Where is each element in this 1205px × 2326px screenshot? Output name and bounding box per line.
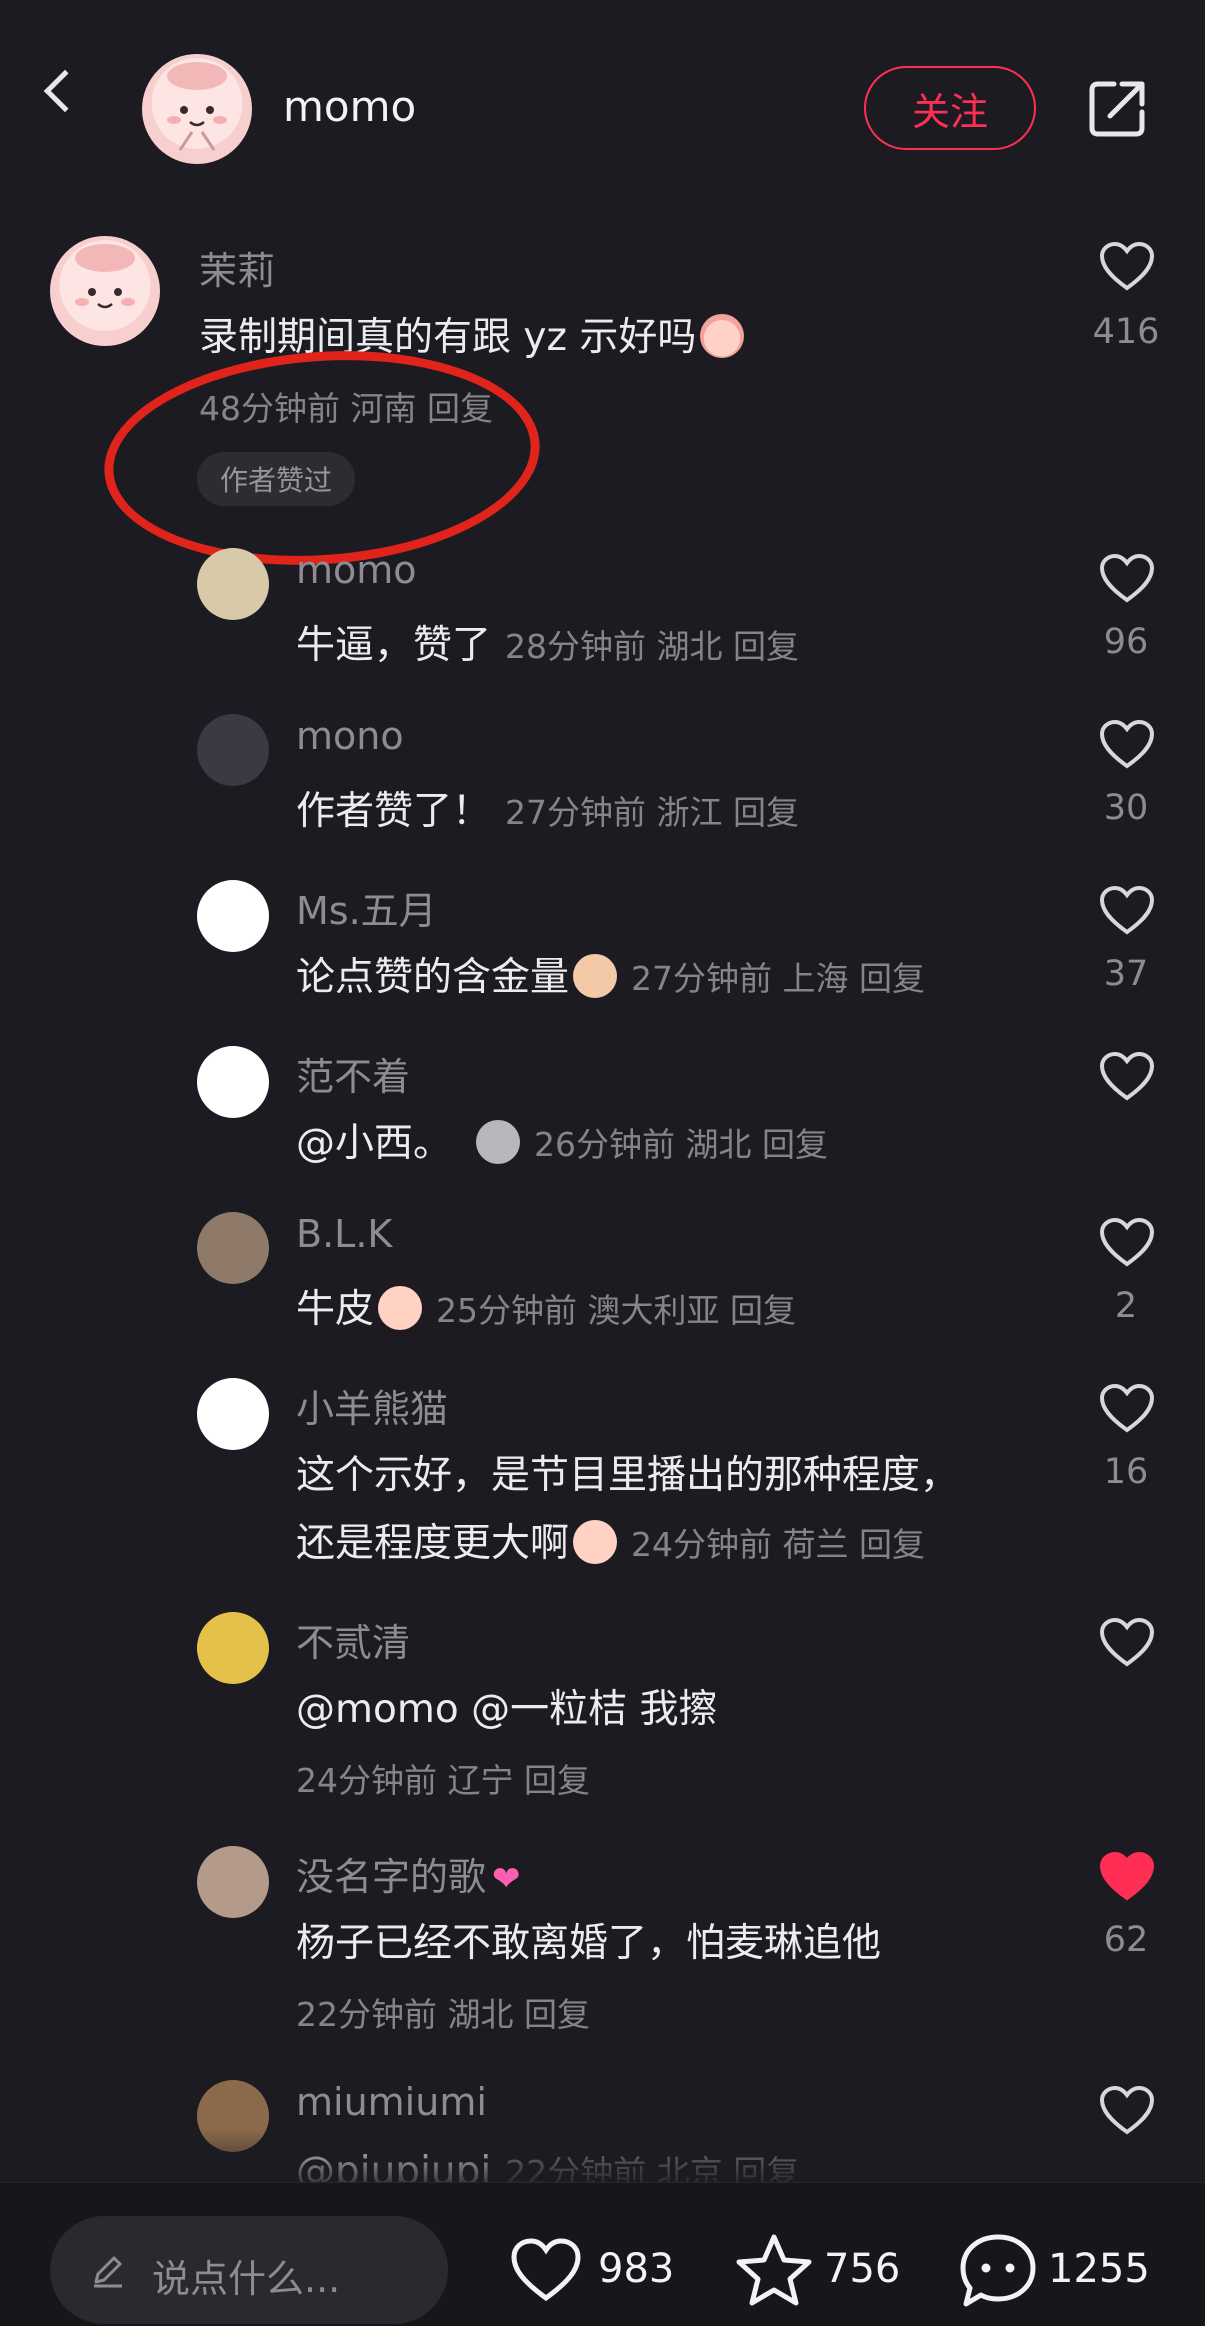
like-count: 96 [1103,622,1149,662]
reply-avatar[interactable] [197,1046,269,1118]
heart-icon[interactable] [1098,718,1156,770]
comment-username[interactable]: 茉莉 [199,240,275,295]
share-icon[interactable] [1086,78,1148,140]
reply-username[interactable]: miumiumi [296,2080,487,2124]
star-icon[interactable] [734,2232,814,2308]
heart-icon[interactable] [1098,1050,1156,1102]
reply-text: 作者赞了！ 27分钟前 浙江 回复 [296,789,799,834]
reply-text: 牛皮 25分钟前 澳大利亚 回复 [296,1286,796,1332]
emoji-icon [573,954,618,998]
heart-icon[interactable] [1098,1382,1156,1434]
comment-input-placeholder: 说点什么... [152,2257,341,2301]
reply-avatar[interactable] [197,714,269,786]
comment-bubble-icon[interactable] [958,2232,1038,2310]
reply-text: 牛逼，赞了 28分钟前 湖北 回复 [296,623,799,668]
favorite-count: 756 [824,2246,901,2292]
like-count: 30 [1103,788,1149,828]
heart-icon[interactable] [1098,2084,1156,2136]
reply-avatar[interactable] [197,1846,269,1918]
reply-avatar[interactable] [197,548,269,620]
heart-icon[interactable] [1098,1216,1156,1268]
pencil-icon [90,2252,126,2288]
reply-text: 论点赞的含金量 27分钟前 上海 回复 [296,954,925,1000]
reply-username[interactable]: 没名字的歌 ❤ [296,1846,521,1901]
emoji-icon [378,1286,423,1330]
like-count: 2 [1114,1286,1138,1326]
reply-meta: 24分钟前 辽宁 回复 [296,1761,590,1800]
like-count: 416 [1092,312,1160,352]
reply-username[interactable]: 不贰清 [296,1612,410,1667]
like-count: 62 [1103,1920,1149,1960]
comment-text: 录制期间真的有跟 yz 示好吗 [199,306,745,362]
heart-icon[interactable] [1098,884,1156,936]
emoji-icon [573,1520,618,1564]
reply-avatar[interactable] [197,1212,269,1284]
heart-icon[interactable] [1098,240,1156,292]
heart-icon[interactable] [1098,1616,1156,1668]
reply-text: @momo @一粒桔 我擦 [296,1687,718,1732]
scroll-fade [0,2130,1205,2182]
reply-username[interactable]: 范不着 [296,1046,410,1101]
author-avatar[interactable] [142,54,252,164]
follow-button[interactable]: 关注 [864,66,1036,150]
reply-username[interactable]: 小羊熊猫 [296,1378,448,1433]
like-heart-icon[interactable] [508,2236,584,2304]
reply-text-line2: 还是程度更大啊 24分钟前 荷兰 回复 [296,1520,925,1566]
annotation-circle [97,337,547,579]
reply-username[interactable]: mono [296,714,404,758]
reply-avatar[interactable] [197,1378,269,1450]
heart-icon[interactable] [1098,552,1156,604]
like-count: 37 [1103,954,1149,994]
reply-username[interactable]: B.L.K [296,1212,392,1256]
heart-filled-icon[interactable] [1098,1850,1156,1902]
reply-meta: 22分钟前 湖北 回复 [296,1995,590,2034]
post-like-count: 983 [598,2246,675,2292]
comment-count: 1255 [1048,2246,1150,2292]
reply-text: @小西。 26分钟前 湖北 回复 [296,1120,828,1166]
reply-username[interactable]: momo [296,548,417,592]
pink-hearts-icon: ❤ [492,1859,521,1899]
reply-text: 杨子已经不敢离婚了，怕麦琳追他 [296,1921,882,1966]
author-name[interactable]: momo [283,82,416,131]
reply-avatar[interactable] [197,1612,269,1684]
commenter-avatar[interactable] [50,236,160,346]
reply-text: 这个示好，是节目里播出的那种程度， [296,1453,960,1498]
reply-username[interactable]: Ms.五月 [296,880,437,935]
emoji-icon [476,1120,521,1164]
like-count: 16 [1103,1452,1149,1492]
back-button[interactable] [43,69,87,113]
reply-avatar[interactable] [197,880,269,952]
emoji-icon [700,314,745,358]
